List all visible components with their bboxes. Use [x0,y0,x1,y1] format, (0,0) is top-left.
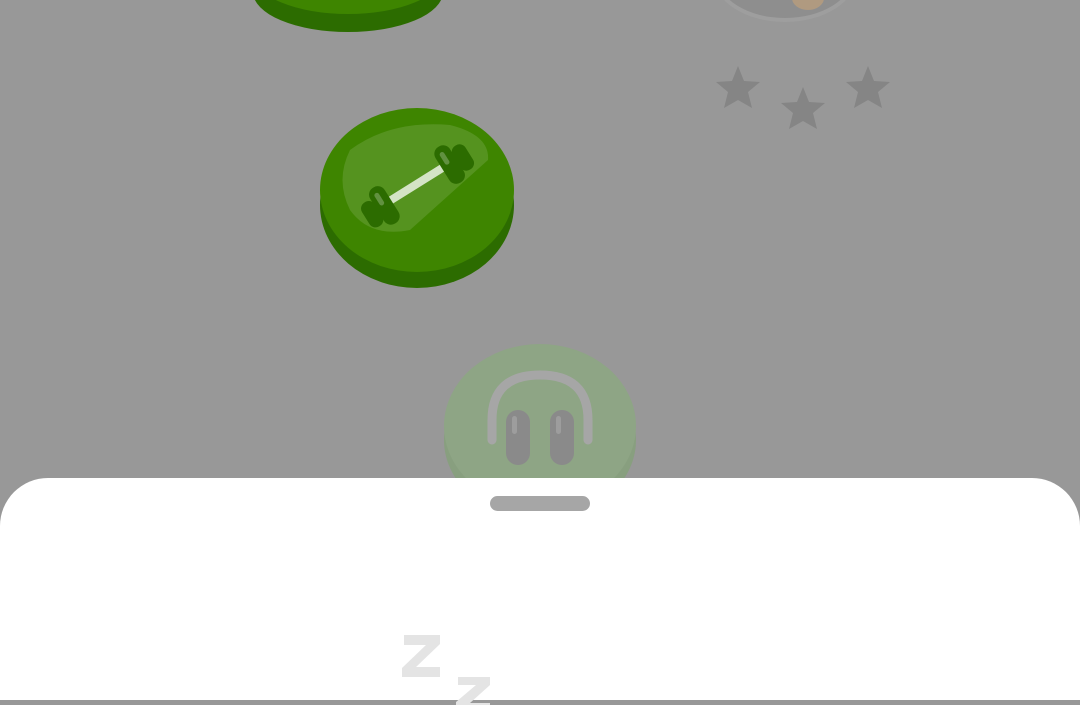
sleeping-zz-icon [402,635,490,705]
bottom-sheet [0,478,1080,700]
sheet-drag-handle[interactable] [490,496,590,511]
